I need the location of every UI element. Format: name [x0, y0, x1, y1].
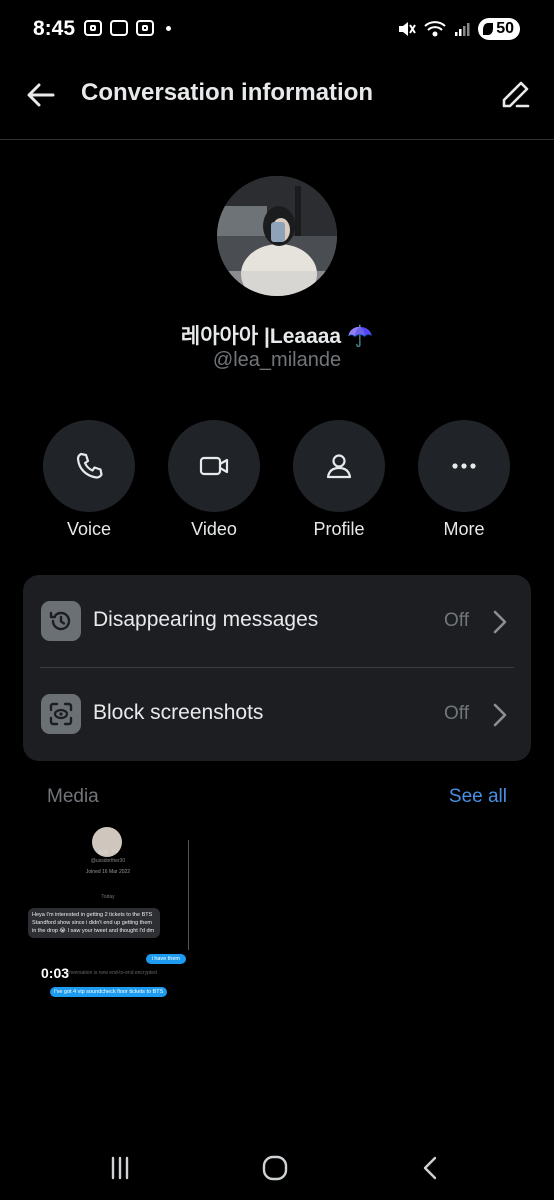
phone-icon: [76, 452, 103, 479]
edit-button[interactable]: [498, 76, 534, 112]
avatar-photo: [217, 176, 337, 296]
username-handle: @lea_milande: [212, 349, 342, 371]
display-name: 레아아아 |Leaaaa ☂️: [180, 325, 374, 348]
screenshot-icon: [41, 694, 81, 734]
video-label: Video: [191, 519, 237, 539]
status-system-icons: 50: [396, 18, 520, 40]
avatar[interactable]: [217, 176, 337, 296]
screenshot-notification-icon: [136, 20, 154, 36]
voice-label: Voice: [66, 519, 112, 539]
thumbnail-message-sent: i have them: [145, 954, 186, 964]
video-call-button[interactable]: Video: [168, 420, 260, 540]
screen-record-icon: [84, 20, 102, 36]
battery-indicator: 50: [478, 18, 520, 40]
see-all-link[interactable]: See all: [449, 786, 507, 808]
media-thumbnail[interactable]: Ash .* • @ussdorther30 Joined 16 Mar 202…: [24, 822, 192, 1000]
profile-circle[interactable]: [293, 420, 385, 512]
block-screenshots-value: Off: [444, 703, 469, 724]
back-button[interactable]: [24, 78, 58, 112]
voice-call-button[interactable]: Voice: [43, 420, 135, 540]
block-screenshots-label: Block screenshots: [93, 701, 264, 724]
recent-apps-icon: [111, 1156, 129, 1180]
timer-icon: [41, 601, 81, 641]
video-camera-icon: [199, 456, 229, 476]
voice-call-circle[interactable]: [43, 420, 135, 512]
disappearing-messages-label: Disappearing messages: [93, 608, 319, 631]
header: Conversation information: [0, 60, 554, 140]
thumbnail-name: Ash .* •: [98, 850, 118, 856]
status-notification-icons: [84, 20, 171, 36]
gallery-icon: [110, 20, 128, 36]
status-bar: 8:45 50: [0, 0, 554, 60]
disappearing-messages-row[interactable]: Disappearing messages Off: [23, 575, 531, 668]
signal-icon: [455, 23, 470, 36]
pencil-icon: [502, 81, 530, 108]
page-title: Conversation information: [81, 79, 374, 106]
thumbnail-today: Today: [101, 894, 115, 900]
thumbnail-message-received: Heya I'm interested in getting 2 tickets…: [28, 908, 160, 938]
thumbnail-encryption-notice: conversation is now end-to-end encrypted: [64, 970, 157, 976]
chevron-right-icon: [493, 703, 507, 727]
system-back-button[interactable]: [411, 1148, 451, 1188]
thumbnail-handle: @ussdorther30: [90, 858, 126, 864]
conversation-settings-card: Disappearing messages Off Block screensh…: [23, 575, 531, 761]
more-circle[interactable]: [418, 420, 510, 512]
status-time: 8:45: [33, 17, 76, 40]
home-button[interactable]: [255, 1148, 295, 1188]
video-call-circle[interactable]: [168, 420, 260, 512]
more-label: More: [443, 519, 485, 539]
wifi-icon: [424, 21, 446, 37]
person-icon: [326, 454, 352, 479]
more-button[interactable]: More: [418, 420, 510, 540]
disappearing-messages-value: Off: [444, 610, 469, 631]
chevron-left-icon: [423, 1156, 437, 1180]
mute-icon: [399, 22, 417, 36]
thumbnail-message-sent-2: I've got 4 vip soundcheck floor tickets …: [50, 987, 168, 997]
profile-label: Profile: [313, 519, 365, 539]
block-screenshots-row[interactable]: Block screenshots Off: [23, 668, 531, 761]
profile-button[interactable]: Profile: [293, 420, 385, 540]
video-duration: 0:03: [41, 965, 70, 981]
thumbnail-joined: Joined 16 Mar 2022: [85, 869, 131, 875]
home-icon: [262, 1155, 288, 1181]
chevron-right-icon: [493, 610, 507, 634]
system-navigation-bar: [0, 1136, 554, 1200]
recent-apps-button[interactable]: [100, 1148, 140, 1188]
media-section-label: Media: [47, 786, 99, 807]
more-horizontal-icon: [452, 463, 476, 469]
more-notifications-icon: [166, 25, 171, 31]
arrow-left-icon: [27, 83, 55, 107]
